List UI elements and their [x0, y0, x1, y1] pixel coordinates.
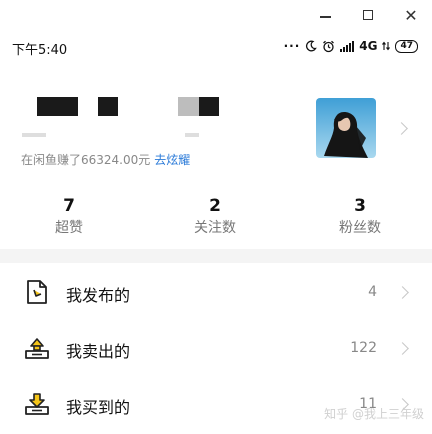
redacted-subtitle-fragment — [185, 133, 199, 137]
status-bar: 下午5:40 ··· 4G 47 — [0, 30, 432, 62]
watermark: 知乎 @我上三年级 — [324, 407, 424, 421]
earnings-line: 在闲鱼赚了66324.00元 去炫耀 — [21, 151, 190, 168]
show-off-link[interactable]: 去炫耀 — [154, 153, 190, 167]
stat-likes[interactable]: 7 超赞 — [19, 195, 119, 239]
menu-item-sold[interactable]: 我卖出的 122 — [0, 321, 432, 377]
menu-item-label: 我发布的 — [66, 286, 131, 305]
avatar[interactable] — [316, 98, 376, 158]
redacted-username-block — [98, 97, 118, 116]
section-divider — [0, 249, 432, 263]
minimize-button[interactable] — [314, 4, 336, 26]
menu-item-count: 122 — [350, 340, 377, 356]
menu-item-count: 4 — [368, 284, 377, 300]
stat-label: 粉丝数 — [339, 220, 381, 236]
data-arrows-icon — [382, 41, 391, 51]
profile-header[interactable]: 在闲鱼赚了66324.00元 去炫耀 — [0, 62, 432, 180]
status-icons: ··· 4G 47 — [284, 38, 418, 54]
redacted-username-block — [199, 97, 219, 116]
profile-chevron-icon — [395, 122, 408, 135]
stat-value: 2 — [209, 196, 221, 216]
menu-item-label: 我买到的 — [66, 398, 131, 417]
published-icon — [27, 280, 47, 304]
redacted-subtitle-fragment — [22, 133, 46, 137]
do-not-disturb-moon-icon — [306, 40, 318, 52]
window-titlebar: ✕ — [0, 0, 432, 30]
stat-label: 超赞 — [55, 220, 83, 236]
signal-icon — [340, 40, 355, 52]
close-button[interactable]: ✕ — [400, 4, 422, 26]
sold-icon — [25, 338, 49, 359]
battery-level: 47 — [395, 39, 418, 53]
menu-item-published[interactable]: 我发布的 4 — [0, 265, 432, 321]
close-icon: ✕ — [404, 5, 418, 25]
stat-value: 7 — [63, 196, 75, 216]
maximize-button[interactable] — [357, 4, 379, 26]
alarm-clock-icon — [323, 40, 335, 52]
redacted-username-block — [37, 97, 78, 116]
stat-label: 关注数 — [194, 220, 236, 236]
bought-icon — [25, 393, 49, 415]
chevron-right-icon — [396, 286, 409, 299]
more-dots-icon: ··· — [283, 39, 301, 53]
stat-followers[interactable]: 3 粉丝数 — [310, 195, 410, 239]
maximize-icon — [363, 10, 373, 20]
stat-following[interactable]: 2 关注数 — [165, 195, 265, 239]
stat-value: 3 — [354, 196, 366, 216]
avatar-image — [316, 98, 376, 158]
status-time: 下午5:40 — [12, 43, 68, 58]
menu-item-label: 我卖出的 — [66, 342, 131, 361]
redacted-username-block — [178, 97, 199, 116]
chevron-right-icon — [396, 342, 409, 355]
earnings-text: 在闲鱼赚了66324.00元 — [21, 153, 151, 167]
network-type: 4G — [359, 39, 378, 53]
stats-bar: 7 超赞 2 关注数 3 粉丝数 — [0, 195, 432, 247]
minimize-icon — [319, 16, 331, 18]
